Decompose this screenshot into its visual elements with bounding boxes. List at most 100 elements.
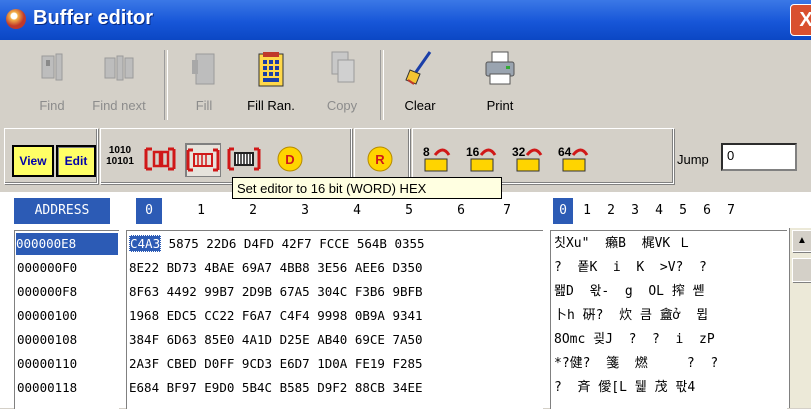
decimal-mode-button[interactable]: D [273, 143, 307, 175]
text-row[interactable]: 뫮D 왃- g OL 搾 쏃 [554, 281, 705, 303]
hex-cell[interactable]: 0B9A [355, 308, 385, 323]
hex-cell[interactable]: EDC5 [167, 308, 197, 323]
hex-cell[interactable]: E9D0 [204, 380, 234, 395]
hex-cell[interactable]: 67A5 [280, 284, 310, 299]
byte-hex-button[interactable] [143, 143, 177, 175]
hex-cell[interactable]: D25E [280, 332, 310, 347]
text-row[interactable]: ? 퐅K i K >V? ? [554, 257, 707, 279]
hex-column-header[interactable]: 3 [292, 198, 318, 224]
hex-cell[interactable]: 4BAE [204, 260, 234, 275]
hex-column-header[interactable]: 1 [188, 198, 214, 224]
find-button[interactable]: Find [22, 46, 82, 124]
hex-cell[interactable]: 42F7 [282, 236, 312, 251]
text-row[interactable]: 卜h 硏? 炊 큼 盦ở 뮙 [554, 305, 708, 327]
address-cell[interactable]: 00000108 [17, 329, 77, 351]
dword-hex-button[interactable] [227, 143, 261, 175]
hex-cell[interactable]: 3E56 [317, 260, 347, 275]
hex-cell[interactable]: 88CB [355, 380, 385, 395]
hex-cell[interactable]: 8E22 [129, 260, 159, 275]
hex-cell[interactable]: 69CE [355, 332, 385, 347]
text-column-header[interactable]: 1 [577, 198, 597, 224]
hex-cell[interactable]: 1968 [129, 308, 159, 323]
hex-cell[interactable]: 5B4C [242, 380, 272, 395]
hex-cell[interactable]: F3B6 [355, 284, 385, 299]
hex-cell[interactable]: D4FD [244, 236, 274, 251]
hex-column-header[interactable]: 2 [240, 198, 266, 224]
hex-cell[interactable]: 384F [129, 332, 159, 347]
hex-cell[interactable]: CC22 [204, 308, 234, 323]
text-row[interactable]: ? 斉 僾[L 뒕 茂 팏4 [554, 377, 695, 399]
hex-cell[interactable]: E6D7 [280, 356, 310, 371]
clear-button[interactable]: Clear [390, 46, 450, 124]
copy-button[interactable]: Copy [312, 46, 372, 124]
hex-column-header[interactable]: 4 [344, 198, 370, 224]
text-row[interactable]: 칫Xu" 癩B 梶VK Ｌ [554, 233, 691, 255]
address-cell[interactable]: 000000F8 [17, 281, 77, 303]
address-cell[interactable]: 00000100 [17, 305, 77, 327]
hex-cell[interactable]: 4A1D [242, 332, 272, 347]
text-column-header[interactable]: 6 [697, 198, 717, 224]
hex-column-header[interactable]: 5 [396, 198, 422, 224]
hex-cell[interactable]: 304C [317, 284, 347, 299]
text-column-header[interactable]: 0 [553, 198, 573, 224]
binary-mode-button[interactable]: 1010 10101 [103, 145, 137, 177]
scroll-thumb[interactable] [792, 258, 811, 282]
jump-input[interactable]: 0 [721, 143, 797, 171]
address-cell[interactable]: 000000E8 [16, 233, 118, 255]
hex-data-area[interactable]: C4A3 5875 22D6 D4FD 42F7 FCCE 564B 0355 8… [126, 230, 543, 409]
hex-cell[interactable]: 9BFB [392, 284, 422, 299]
hex-cell[interactable]: CBED [167, 356, 197, 371]
text-column-header[interactable]: 4 [649, 198, 669, 224]
hex-cell[interactable]: 564B [357, 236, 387, 251]
hex-cell[interactable]: 9341 [392, 308, 422, 323]
text-column-header[interactable]: 5 [673, 198, 693, 224]
hex-cell[interactable]: 5875 [169, 236, 199, 251]
close-button[interactable]: X [790, 4, 811, 36]
hex-cell[interactable]: C4F4 [280, 308, 310, 323]
hex-cell[interactable]: FCCE [319, 236, 349, 251]
address-cell[interactable]: 00000118 [17, 377, 77, 399]
hex-cell[interactable]: 9998 [317, 308, 347, 323]
fill-random-button[interactable]: Fill Ran. [239, 46, 303, 124]
hex-cell[interactable]: AB40 [317, 332, 347, 347]
vertical-scrollbar[interactable]: ▲ [789, 228, 811, 408]
hex-column-header[interactable]: 7 [494, 198, 520, 224]
hex-cell[interactable]: BD73 [167, 260, 197, 275]
text-column-header[interactable]: 3 [625, 198, 645, 224]
hex-cell[interactable]: 22D6 [206, 236, 236, 251]
text-column-header[interactable]: 7 [721, 198, 741, 224]
hex-cell[interactable]: 4492 [167, 284, 197, 299]
hex-cell[interactable]: 0355 [394, 236, 424, 251]
word-hex-button[interactable] [185, 143, 221, 177]
hex-cell[interactable]: 7A50 [392, 332, 422, 347]
hex-cell[interactable]: 85E0 [204, 332, 234, 347]
fill-button[interactable]: Fill [174, 46, 234, 124]
hex-column-header[interactable]: 0 [136, 198, 162, 224]
hex-cell[interactable]: 6D63 [167, 332, 197, 347]
address-cell[interactable]: 000000F0 [17, 257, 77, 279]
hex-cell[interactable]: 69A7 [242, 260, 272, 275]
hex-cell[interactable]: B585 [280, 380, 310, 395]
hex-cell[interactable]: FE19 [355, 356, 385, 371]
hex-cell[interactable]: D9F2 [317, 380, 347, 395]
reverse-button[interactable]: R [363, 143, 397, 175]
hex-cell[interactable]: 99B7 [204, 284, 234, 299]
view-mode-button[interactable]: View [12, 145, 54, 177]
hex-cell[interactable]: AEE6 [355, 260, 385, 275]
hex-cell[interactable]: D350 [392, 260, 422, 275]
address-cell[interactable]: 00000110 [17, 353, 77, 375]
hex-cell[interactable]: 4BB8 [280, 260, 310, 275]
hex-cell[interactable]: 34EE [392, 380, 422, 395]
hex-cell[interactable]: E684 [129, 380, 159, 395]
text-row[interactable]: 8Omc 굊J ? ? i zP [554, 329, 715, 351]
hex-cell[interactable]: F6A7 [242, 308, 272, 323]
hex-cell[interactable]: 9CD3 [242, 356, 272, 371]
bits-64-button[interactable]: 64 [557, 143, 591, 175]
hex-column-header[interactable]: 6 [448, 198, 474, 224]
print-button[interactable]: Print [470, 46, 530, 124]
text-row[interactable]: *?健? 箋 燃 ? ? [554, 353, 718, 375]
bits-16-button[interactable]: 16 [465, 143, 499, 175]
bits-8-button[interactable]: 8 [419, 143, 453, 175]
hex-cell[interactable]: C4A3 [129, 235, 162, 252]
scroll-up-arrow-icon[interactable]: ▲ [792, 230, 811, 252]
